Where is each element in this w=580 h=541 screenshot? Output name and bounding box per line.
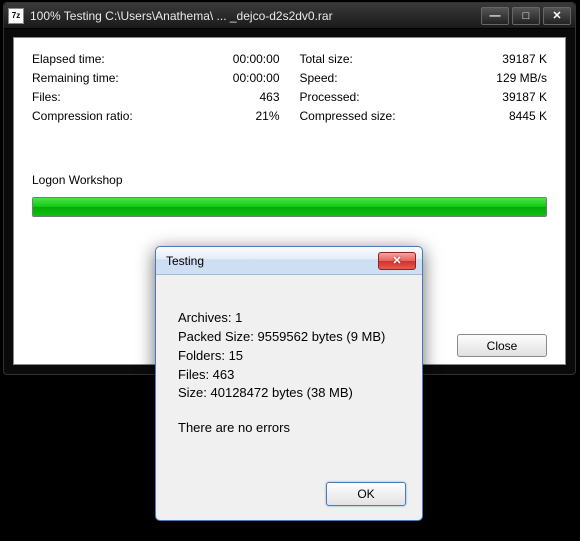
window-title: 100% Testing C:\Users\Anathema\ ... _dej… — [30, 9, 481, 23]
stat-value: 8445 K — [509, 109, 547, 123]
current-file-label: Logon Workshop — [32, 173, 547, 187]
line-status: There are no errors — [178, 419, 400, 438]
stat-speed: Speed: 129 MB/s — [300, 71, 548, 85]
stat-elapsed: Elapsed time: 00:00:00 — [32, 52, 280, 66]
stat-value: 129 MB/s — [496, 71, 547, 85]
close-button[interactable]: Close — [457, 334, 547, 357]
stat-compressed-size: Compressed size: 8445 K — [300, 109, 548, 123]
stat-label: Speed: — [300, 71, 338, 85]
stat-value: 463 — [259, 90, 279, 104]
stat-value: 00:00:00 — [233, 52, 280, 66]
line-files: Files: 463 — [178, 366, 400, 385]
stat-processed: Processed: 39187 K — [300, 90, 548, 104]
stat-label: Total size: — [300, 52, 353, 66]
result-dialog: Testing ✕ Archives: 1 Packed Size: 95595… — [155, 246, 423, 521]
stats-right: Total size: 39187 K Speed: 129 MB/s Proc… — [300, 52, 548, 123]
line-packed-size: Packed Size: 9559562 bytes (9 MB) — [178, 328, 400, 347]
close-window-button[interactable]: ✕ — [543, 7, 571, 25]
stat-value: 39187 K — [502, 90, 547, 104]
stat-remaining: Remaining time: 00:00:00 — [32, 71, 280, 85]
minimize-button[interactable]: — — [481, 7, 509, 25]
dialog-close-button[interactable]: ✕ — [378, 252, 416, 270]
stats-left: Elapsed time: 00:00:00 Remaining time: 0… — [32, 52, 280, 123]
dialog-titlebar[interactable]: Testing ✕ — [156, 247, 422, 275]
dialog-body: Archives: 1 Packed Size: 9559562 bytes (… — [156, 275, 422, 448]
line-size: Size: 40128472 bytes (38 MB) — [178, 384, 400, 403]
progress-fill — [33, 198, 546, 216]
line-archives: Archives: 1 — [178, 309, 400, 328]
line-folders: Folders: 15 — [178, 347, 400, 366]
stat-value: 21% — [255, 109, 279, 123]
stat-value: 39187 K — [502, 52, 547, 66]
stats-grid: Elapsed time: 00:00:00 Remaining time: 0… — [32, 52, 547, 123]
stat-total-size: Total size: 39187 K — [300, 52, 548, 66]
dialog-title: Testing — [166, 254, 378, 268]
stat-label: Remaining time: — [32, 71, 119, 85]
stat-value: 00:00:00 — [233, 71, 280, 85]
stat-label: Elapsed time: — [32, 52, 105, 66]
titlebar[interactable]: 7z 100% Testing C:\Users\Anathema\ ... _… — [4, 3, 575, 29]
stat-label: Compression ratio: — [32, 109, 133, 123]
stat-label: Files: — [32, 90, 61, 104]
stat-files: Files: 463 — [32, 90, 280, 104]
stat-label: Compressed size: — [300, 109, 396, 123]
maximize-button[interactable]: □ — [512, 7, 540, 25]
stat-label: Processed: — [300, 90, 360, 104]
stat-ratio: Compression ratio: 21% — [32, 109, 280, 123]
ok-button[interactable]: OK — [326, 482, 406, 506]
progress-bar — [32, 197, 547, 217]
app-icon: 7z — [8, 8, 24, 24]
